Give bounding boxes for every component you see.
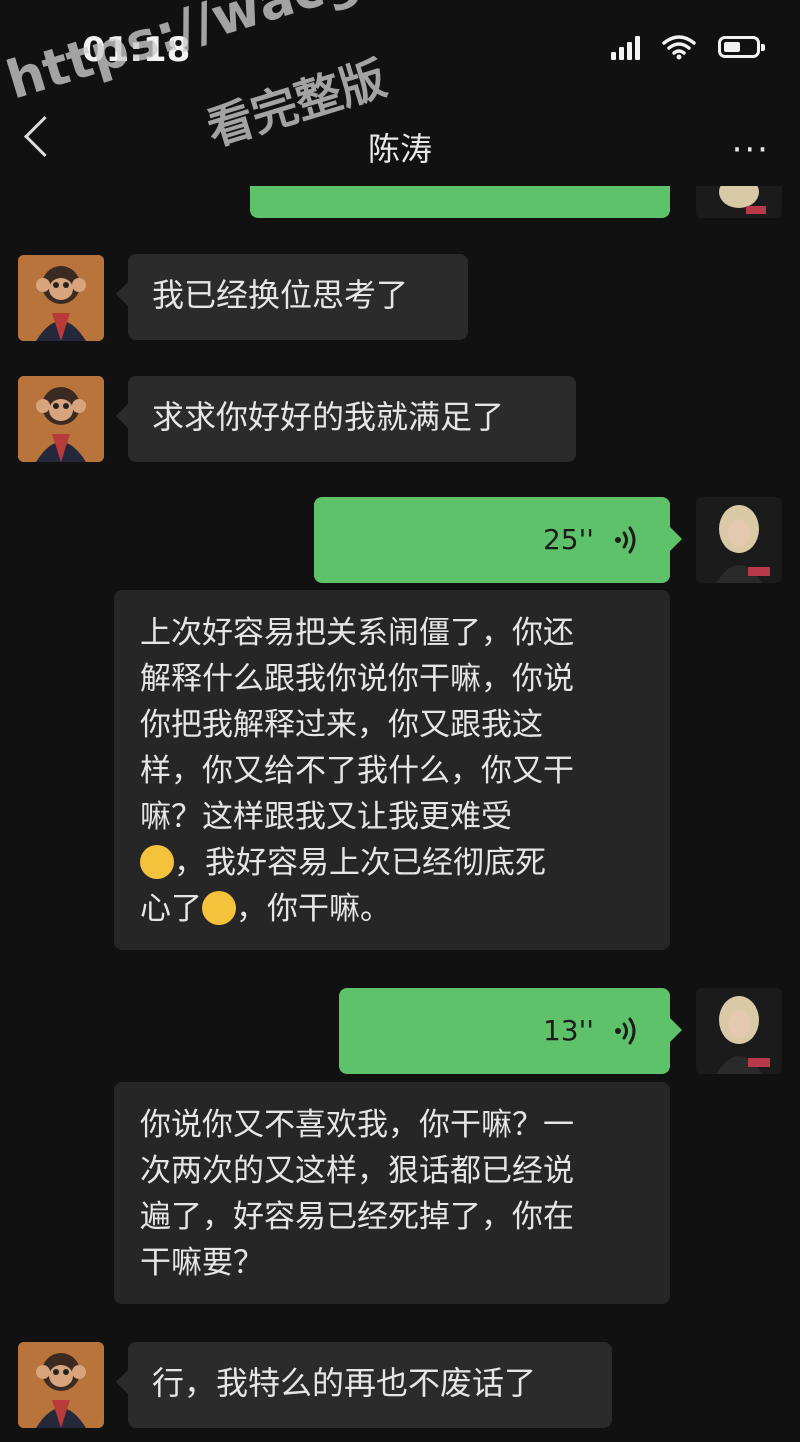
voice-transcript: 你说你又不喜欢我，你干嘛？一 次两次的又这样，狠话都已经说 遍了，好容易已经死掉… — [114, 1082, 670, 1304]
voice-duration: 25'' — [542, 523, 594, 556]
voice-wave-icon — [615, 1017, 636, 1045]
contact-avatar[interactable] — [18, 255, 104, 341]
transcript-line: 遍了，好容易已经死掉了，你在 — [140, 1199, 574, 1235]
voice-message-bubble[interactable]: 13'' — [339, 988, 682, 1074]
transcript-line: 干嘛要？ — [140, 1245, 264, 1281]
crying-face-icon — [140, 844, 174, 879]
chat-header: 陈涛 ··· — [0, 100, 800, 186]
battery-icon — [718, 36, 765, 58]
self-avatar-partial[interactable] — [696, 186, 782, 218]
message-text: 求求你好好的我就满足了 — [152, 398, 505, 436]
crying-face-icon — [202, 890, 236, 925]
transcript-line: 解释什么跟我你说你干嘛，你说 — [140, 661, 574, 697]
chat-title: 陈涛 — [367, 130, 432, 168]
status-icons — [611, 34, 765, 60]
voice-wave-icon — [615, 526, 636, 554]
voice-message-bubble[interactable]: 25'' — [314, 497, 682, 583]
self-avatar[interactable] — [696, 497, 782, 583]
partial-outgoing-bubble[interactable] — [250, 186, 670, 218]
transcript-line: 你把我解释过来，你又跟我这 — [140, 707, 543, 743]
transcript-line: ，我好容易上次已经彻底死 — [140, 840, 644, 886]
transcript-line: 上次好容易把关系闹僵了，你还 — [140, 615, 574, 651]
transcript-text: ，我好容易上次已经彻底死 — [174, 845, 546, 881]
transcript-line: 你说你又不喜欢我，你干嘛？一 — [140, 1107, 574, 1143]
signal-icon — [611, 34, 640, 60]
message-text: 行，我特么的再也不废话了 — [152, 1364, 537, 1402]
self-avatar[interactable] — [696, 988, 782, 1074]
transcript-line: 次两次的又这样，狠话都已经说 — [140, 1153, 574, 1189]
message-bubble-incoming[interactable]: 行，我特么的再也不废话了 — [116, 1342, 612, 1428]
status-time: 01:18 — [82, 30, 191, 70]
more-options-button[interactable]: ··· — [732, 130, 770, 170]
contact-avatar[interactable] — [18, 1342, 104, 1428]
transcript-text: 心了 — [140, 891, 202, 927]
wifi-icon — [662, 35, 696, 60]
voice-duration: 13'' — [542, 1014, 594, 1047]
transcript-line: 心了 ，你干嘛。 — [140, 886, 644, 932]
transcript-text: ，你干嘛。 — [236, 891, 391, 927]
message-bubble-incoming[interactable]: 求求你好好的我就满足了 — [116, 376, 576, 462]
message-text: 我已经换位思考了 — [152, 276, 409, 314]
voice-transcript: 上次好容易把关系闹僵了，你还 解释什么跟我你说你干嘛，你说 你把我解释过来，你又… — [114, 590, 670, 950]
contact-avatar[interactable] — [18, 376, 104, 462]
message-bubble-incoming[interactable]: 我已经换位思考了 — [116, 254, 468, 340]
transcript-line: 样，你又给不了我什么，你又干 — [140, 753, 574, 789]
status-bar: 01:18 — [0, 0, 800, 100]
transcript-line: 嘛？这样跟我又让我更难受 — [140, 799, 512, 835]
